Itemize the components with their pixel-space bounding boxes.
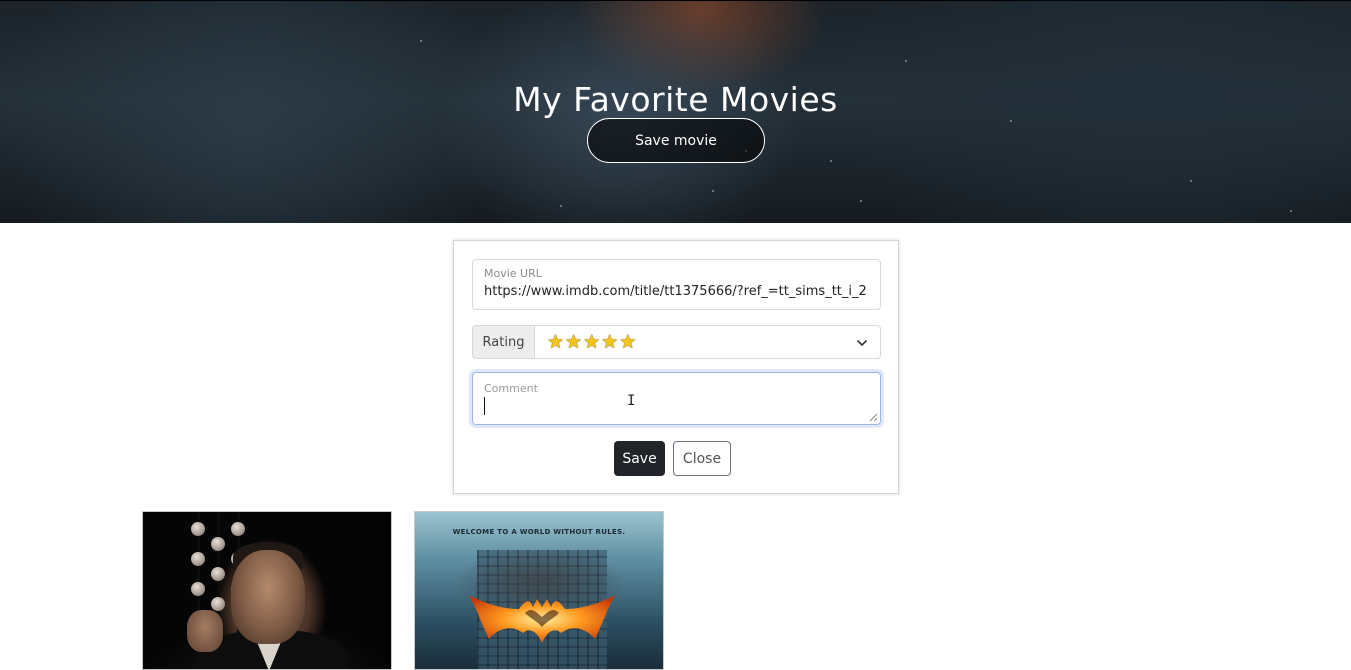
- rating-stars: ★ ★ ★ ★ ★: [547, 330, 637, 353]
- movie-url-value[interactable]: https://www.imdb.com/title/tt1375666/?re…: [484, 284, 874, 299]
- movie-url-label: Movie URL: [484, 267, 542, 280]
- star-icon: ★: [565, 330, 583, 353]
- movie-card[interactable]: WELCOME TO A WORLD WITHOUT RULES.: [414, 511, 664, 670]
- star-icon: ★: [583, 330, 601, 353]
- movie-card[interactable]: [142, 511, 392, 670]
- speck: [905, 60, 907, 62]
- godfather-poster: [143, 512, 391, 669]
- comment-label: Comment: [484, 382, 538, 395]
- speck: [830, 160, 832, 162]
- dark-knight-poster: WELCOME TO A WORLD WITHOUT RULES.: [415, 512, 663, 669]
- speck: [1290, 210, 1292, 212]
- movie-url-field[interactable]: Movie URL https://www.imdb.com/title/tt1…: [472, 259, 881, 310]
- chevron-down-icon: [856, 339, 868, 347]
- save-button[interactable]: Save: [614, 441, 665, 476]
- save-movie-button[interactable]: Save movie: [587, 118, 765, 163]
- speck: [1010, 120, 1012, 122]
- speck: [560, 205, 562, 207]
- speck: [1190, 180, 1192, 182]
- resize-grip-icon[interactable]: [869, 413, 878, 422]
- ibeam-cursor-icon: I: [627, 393, 636, 409]
- poster-tagline: WELCOME TO A WORLD WITHOUT RULES.: [452, 528, 626, 536]
- speck: [712, 190, 714, 192]
- top-border: [0, 0, 1351, 1]
- speck: [860, 200, 862, 202]
- close-button[interactable]: Close: [673, 441, 731, 476]
- add-movie-form: Movie URL https://www.imdb.com/title/tt1…: [453, 240, 899, 494]
- comment-textarea[interactable]: Comment I: [472, 372, 881, 425]
- rating-group: Rating ★ ★ ★ ★ ★: [472, 325, 881, 359]
- speck: [420, 40, 422, 42]
- rating-select[interactable]: ★ ★ ★ ★ ★: [534, 325, 881, 359]
- hero-banner: My Favorite Movies Save movie: [0, 0, 1351, 223]
- rating-label: Rating: [472, 325, 534, 359]
- face-shape: [231, 550, 305, 644]
- hand-shape: [187, 610, 223, 652]
- star-icon: ★: [601, 330, 619, 353]
- bat-fire-icon: [469, 595, 615, 643]
- text-caret: [484, 397, 485, 415]
- star-icon: ★: [619, 330, 637, 353]
- star-icon: ★: [547, 330, 565, 353]
- page-title: My Favorite Movies: [513, 80, 838, 120]
